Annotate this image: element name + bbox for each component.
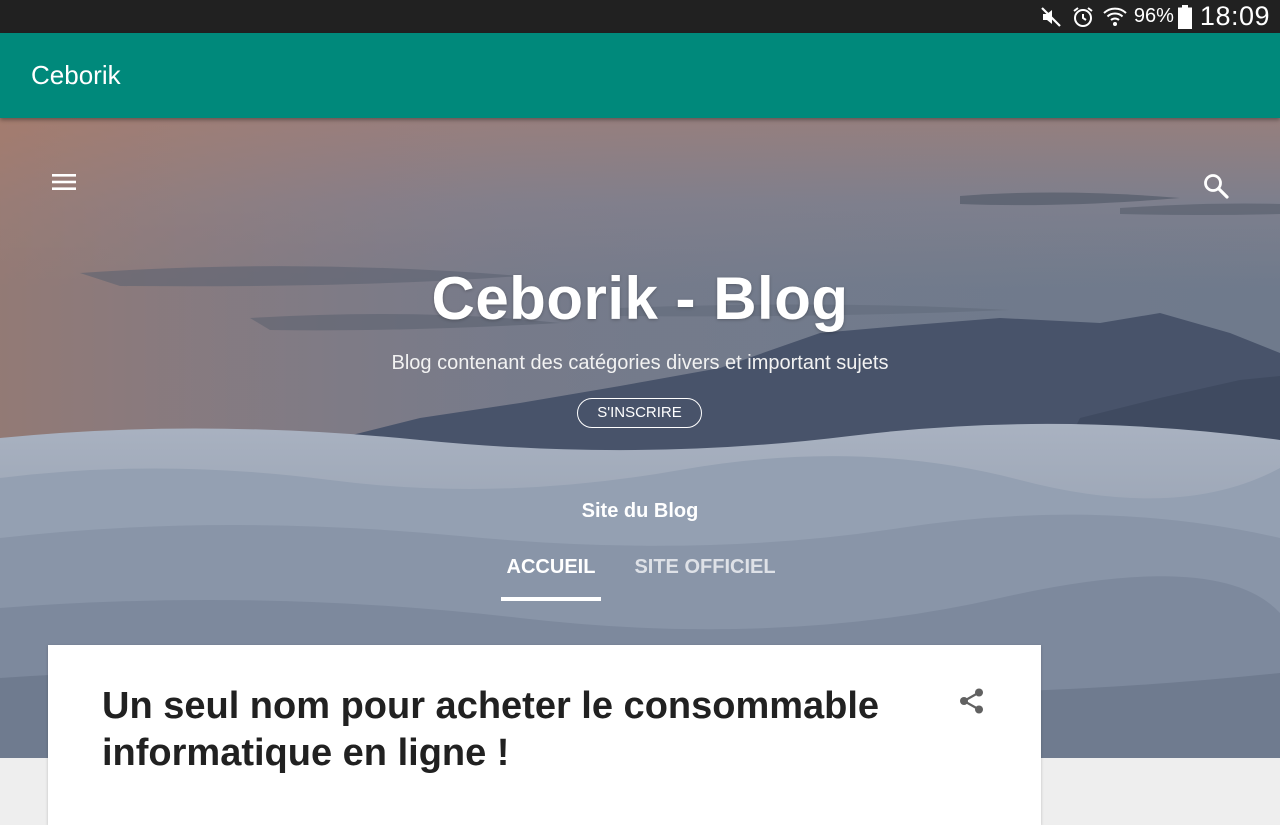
share-icon[interactable] (958, 687, 986, 715)
clock: 18:09 (1199, 1, 1270, 31)
tab-accueil[interactable]: ACCUEIL (501, 556, 601, 579)
blog-title[interactable]: Ceborik - Blog (0, 264, 1280, 333)
active-tab-indicator (501, 597, 601, 601)
search-icon[interactable] (1202, 172, 1230, 200)
subscribe-button[interactable]: S'INSCRIRE (577, 398, 702, 428)
tab-site-officiel[interactable]: SITE OFFICIEL (630, 556, 780, 579)
app-bar: Ceborik (0, 33, 1280, 118)
post-title[interactable]: Un seul nom pour acheter le consommable … (102, 683, 922, 777)
pages-section-title: Site du Blog (581, 500, 699, 522)
post-card: Un seul nom pour acheter le consommable … (48, 645, 1041, 825)
app-title: Ceborik (31, 60, 121, 90)
alarm-icon (1068, 0, 1098, 33)
battery-icon (1176, 0, 1194, 33)
mute-icon (1036, 0, 1066, 33)
status-bar: 96% 18:09 (0, 0, 1280, 33)
hamburger-menu-icon[interactable] (50, 168, 78, 196)
blog-description: Blog contenant des catégories divers et … (391, 352, 889, 374)
wifi-icon (1100, 0, 1130, 33)
battery-percentage: 96% (1133, 5, 1174, 27)
